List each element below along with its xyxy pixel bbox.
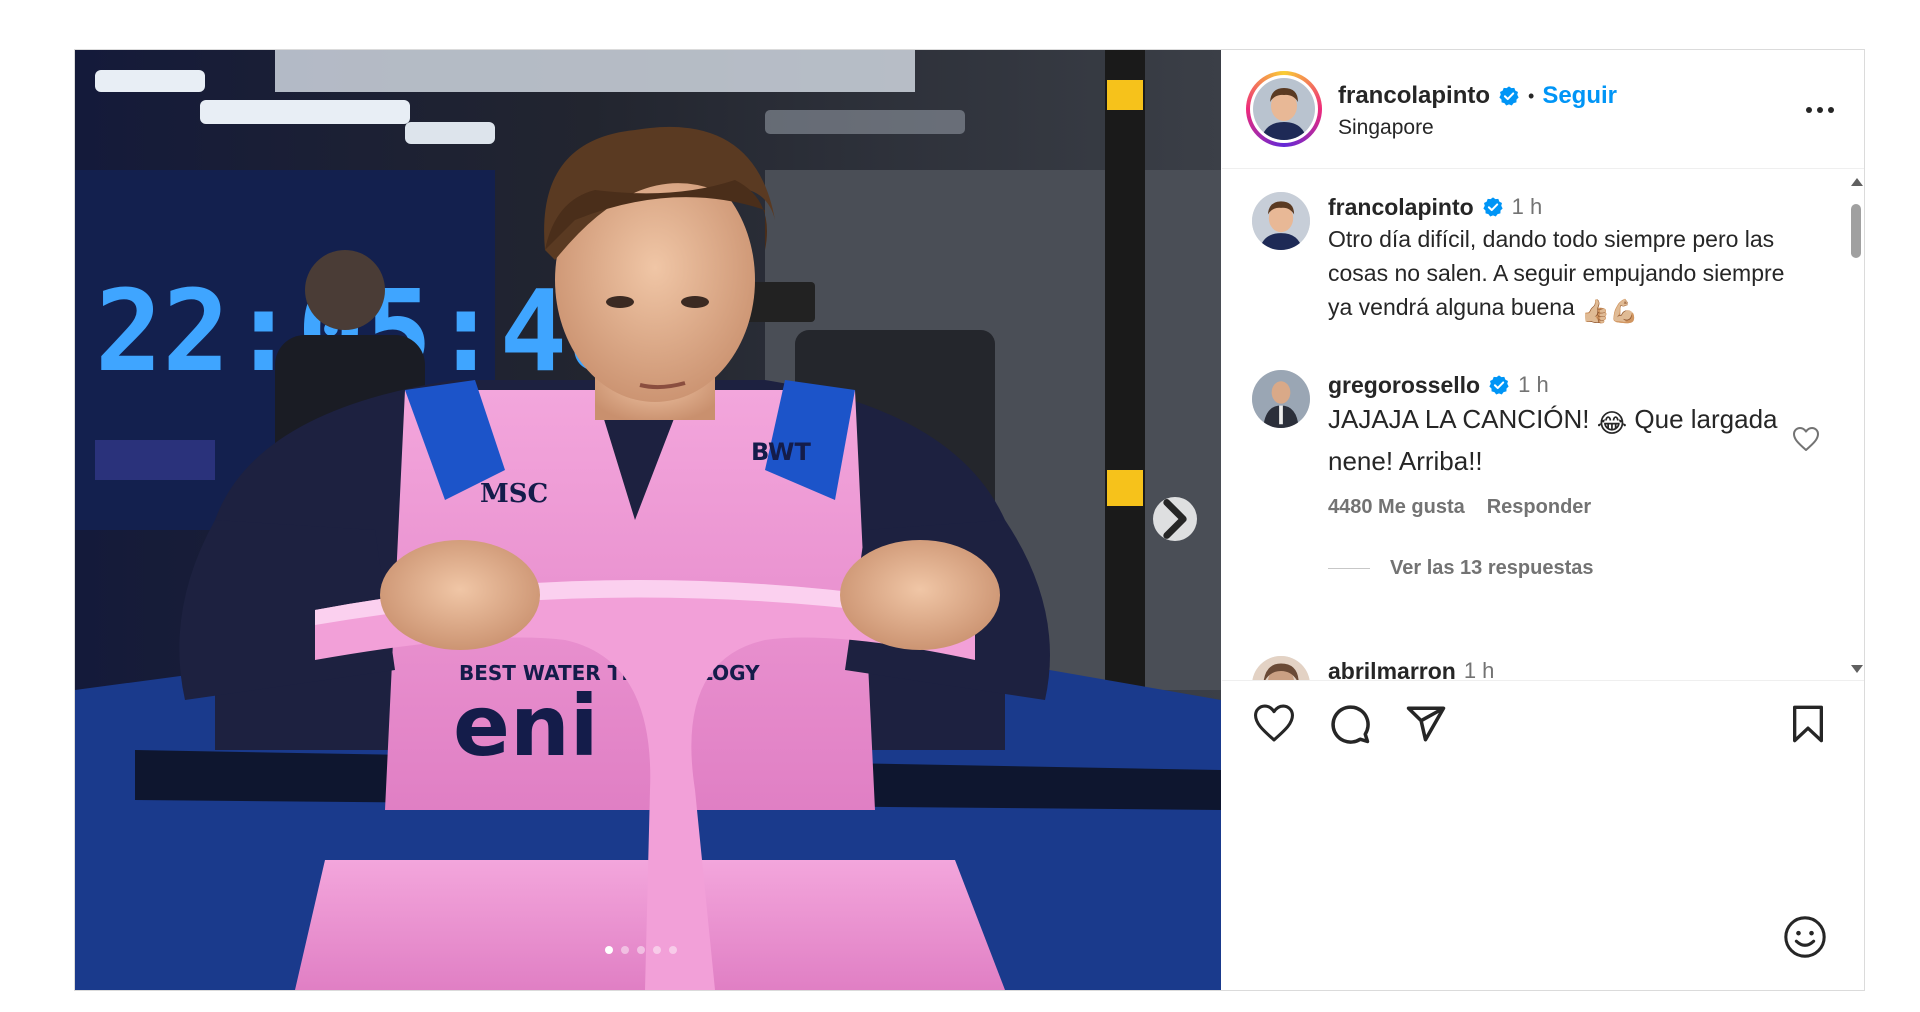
heart-outline-icon — [1793, 427, 1819, 451]
comment-username[interactable]: francolapinto — [1328, 194, 1474, 221]
verified-badge-icon — [1489, 375, 1509, 395]
avatar[interactable] — [1252, 656, 1310, 680]
comment-button[interactable] — [1328, 703, 1372, 750]
carousel-dot — [669, 946, 677, 954]
carousel-dot — [637, 946, 645, 954]
comment-like-button[interactable] — [1792, 426, 1820, 457]
post-photo: 22:05:48 eni BEST WATER TECHNOLOGY MSC B… — [75, 50, 1221, 990]
view-replies-label: Ver las 13 respuestas — [1390, 557, 1594, 579]
header-separator: • — [1528, 85, 1535, 106]
author-avatar-story-ring[interactable] — [1246, 71, 1322, 147]
send-icon — [1406, 706, 1446, 742]
scroll-up-arrow-icon[interactable] — [1851, 178, 1863, 186]
thumbs-up-emoji: 👍🏼 — [1581, 298, 1610, 324]
comment-timestamp[interactable]: 1 h — [1464, 658, 1495, 680]
flexed-biceps-emoji: 💪🏼 — [1609, 298, 1639, 324]
comments-scrollbar[interactable] — [1848, 178, 1864, 678]
scroll-down-arrow-icon[interactable] — [1851, 665, 1863, 673]
comment-icon — [1331, 705, 1370, 744]
emoji-picker-button[interactable] — [1782, 914, 1828, 965]
post-actions-bar — [1222, 680, 1864, 760]
comment-username[interactable]: gregorossello — [1328, 372, 1480, 399]
replies-divider — [1328, 568, 1370, 569]
comment-text-part: JAJAJA LA CANCIÓN! — [1328, 404, 1590, 434]
post-image: 22:05:48 eni BEST WATER TECHNOLOGY MSC B… — [75, 50, 1221, 990]
smiley-icon — [1784, 916, 1826, 958]
carousel-dot — [653, 946, 661, 954]
more-options-button[interactable] — [1800, 100, 1840, 120]
author-username[interactable]: francolapinto — [1338, 82, 1490, 110]
eni-logo-text: eni — [453, 677, 599, 775]
share-button[interactable] — [1404, 703, 1448, 750]
avatar[interactable] — [1252, 370, 1310, 428]
scrollbar-thumb[interactable] — [1851, 204, 1861, 258]
carousel-indicator — [605, 946, 677, 954]
follow-button[interactable]: Seguir — [1542, 82, 1617, 110]
caption-body: Otro día difícil, dando todo siempre per… — [1328, 226, 1785, 320]
like-button[interactable] — [1252, 703, 1296, 748]
avatar[interactable] — [1252, 192, 1310, 250]
verified-badge-icon — [1499, 86, 1519, 106]
bookmark-icon — [1793, 705, 1823, 743]
comment-text: JAJAJA LA CANCIÓN! 😂 Que largada nene! A… — [1328, 400, 1798, 480]
carousel-dot — [621, 946, 629, 954]
bwt-logo-text: BWT — [751, 438, 811, 466]
comment-likes-count[interactable]: 4480 Me gusta — [1328, 496, 1465, 519]
post-header: francolapinto • Seguir Singapore — [1222, 50, 1864, 169]
carousel-next-button[interactable] — [1153, 497, 1197, 541]
comment-username[interactable]: abrilmarron — [1328, 658, 1456, 681]
avatar — [1253, 78, 1315, 140]
post-location[interactable]: Singapore — [1338, 116, 1434, 140]
post-side-panel: francolapinto • Seguir Singapore francol… — [1222, 50, 1864, 990]
msc-logo-text: MSC — [480, 479, 548, 509]
caption-text: Otro día difícil, dando todo siempre per… — [1328, 222, 1798, 328]
comment-timestamp[interactable]: 1 h — [1512, 194, 1543, 220]
comment-timestamp[interactable]: 1 h — [1518, 372, 1549, 398]
more-horizontal-icon — [1806, 107, 1812, 113]
save-button[interactable] — [1788, 703, 1828, 750]
reply-button[interactable]: Responder — [1487, 496, 1591, 519]
comments-list: francolapinto 1 h Otro día difícil, dand… — [1222, 170, 1852, 680]
chevron-right-icon — [1163, 499, 1187, 539]
verified-badge-icon — [1483, 197, 1503, 217]
heart-icon — [1254, 704, 1294, 742]
carousel-dot — [605, 946, 613, 954]
post-frame: 22:05:48 eni BEST WATER TECHNOLOGY MSC B… — [74, 49, 1865, 991]
view-replies-button[interactable]: Ver las 13 respuestas — [1328, 557, 1798, 580]
laughing-tears-emoji: 😂 — [1596, 408, 1628, 438]
